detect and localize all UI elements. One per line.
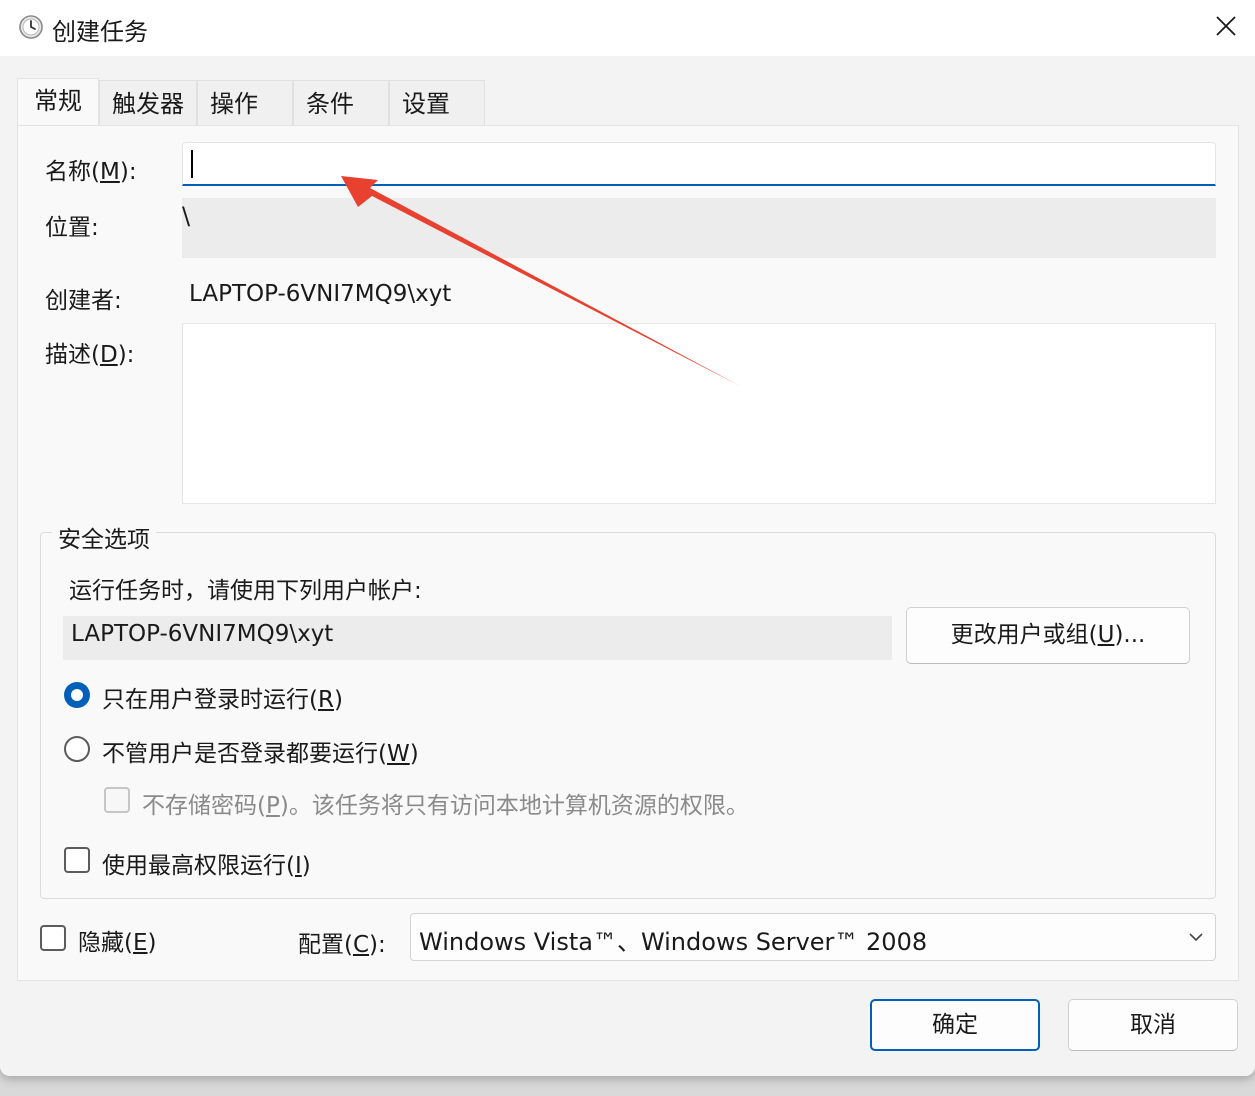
chevron-down-icon xyxy=(1189,933,1203,942)
tab-actions[interactable]: 操作 xyxy=(197,80,293,126)
creator-label: 创建者: xyxy=(45,288,122,314)
dialog-footer xyxy=(0,982,1255,1076)
tab-bar: 常规 触发器 操作 条件 设置 xyxy=(17,78,485,126)
do-not-store-password-label: 不存储密码(P)。该任务将只有访问本地计算机资源的权限。 xyxy=(142,793,749,819)
configure-for-label: 配置(C): xyxy=(298,932,386,958)
run-with-highest-privileges-label[interactable]: 使用最高权限运行(I) xyxy=(102,846,311,880)
ok-button[interactable]: 确定 xyxy=(870,999,1040,1051)
security-options-title: 安全选项 xyxy=(52,520,156,554)
run-only-when-logged-on-label[interactable]: 只在用户登录时运行(R) xyxy=(102,680,343,714)
name-input[interactable] xyxy=(182,142,1216,186)
name-label: 名称(M): xyxy=(45,159,137,185)
text-caret xyxy=(191,150,193,178)
hidden-checkbox[interactable] xyxy=(40,925,66,951)
close-button[interactable] xyxy=(1197,0,1255,52)
tab-settings[interactable]: 设置 xyxy=(389,80,485,126)
location-label: 位置: xyxy=(45,215,99,241)
location-field xyxy=(182,198,1216,258)
description-label: 描述(D): xyxy=(45,342,135,368)
title-bar: 创建任务 xyxy=(0,0,1255,56)
do-not-store-password-checkbox[interactable] xyxy=(104,787,130,813)
run-with-highest-privileges-checkbox[interactable] xyxy=(64,847,90,873)
run-whether-logged-on-radio[interactable] xyxy=(64,736,90,762)
configure-for-value: Windows Vista™、Windows Server™ 2008 xyxy=(419,928,928,956)
hidden-label[interactable]: 隐藏(E) xyxy=(78,923,157,957)
create-task-dialog: 创建任务 常规 触发器 操作 条件 设置 名称(M): 位置: \ 创建者: L… xyxy=(0,0,1255,1076)
configure-for-select[interactable]: Windows Vista™、Windows Server™ 2008 xyxy=(410,913,1216,961)
run-whether-logged-on-label[interactable]: 不管用户是否登录都要运行(W) xyxy=(102,734,419,768)
location-value: \ xyxy=(182,202,191,230)
user-account-value: LAPTOP-6VNI7MQ9\xyt xyxy=(71,621,334,647)
window-title: 创建任务 xyxy=(52,18,148,46)
cancel-button[interactable]: 取消 xyxy=(1068,999,1238,1051)
run-as-label: 运行任务时，请使用下列用户帐户: xyxy=(69,578,422,604)
description-input[interactable] xyxy=(182,323,1216,504)
close-icon xyxy=(1216,16,1236,36)
tab-conditions[interactable]: 条件 xyxy=(293,80,389,126)
tab-triggers[interactable]: 触发器 xyxy=(99,80,197,126)
clock-icon xyxy=(19,15,43,39)
tab-general[interactable]: 常规 xyxy=(17,78,99,126)
creator-value: LAPTOP-6VNI7MQ9\xyt xyxy=(189,281,452,307)
change-user-or-group-button[interactable]: 更改用户或组(U)... xyxy=(906,607,1190,664)
run-only-when-logged-on-radio[interactable] xyxy=(64,682,90,708)
